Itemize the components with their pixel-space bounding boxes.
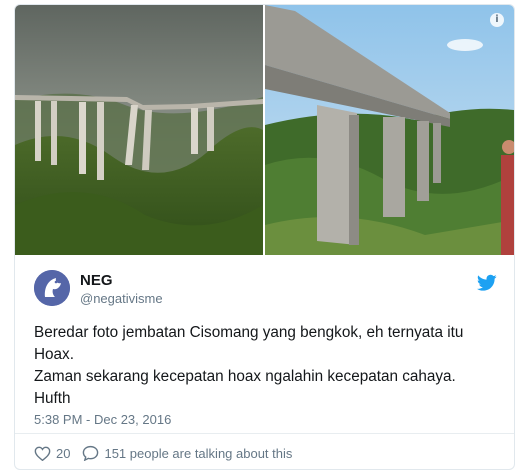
photo-bent-bridge[interactable]: [15, 5, 263, 255]
divider: [15, 433, 514, 434]
tweet-text-line: Beredar foto jembatan Cisomang yang beng…: [34, 324, 464, 341]
conversation-label: 151 people are talking about this: [104, 445, 293, 461]
tweet-text-line: Hufth: [34, 390, 71, 407]
bent-bridge-image: [15, 5, 263, 255]
avatar[interactable]: [34, 270, 70, 306]
tweet-text-line: Zaman sekarang kecepatan hoax ngalahin k…: [34, 368, 456, 385]
author-handle[interactable]: @negativisme: [80, 291, 163, 306]
like-button[interactable]: 20: [34, 446, 70, 461]
speech-bubble-icon: [83, 445, 99, 461]
tweet-timestamp[interactable]: 5:38 PM - Dec 23, 2016: [34, 412, 171, 427]
like-count: 20: [56, 445, 71, 461]
straight-bridge-image: [265, 5, 514, 255]
tweet-embed-card[interactable]: i NEG @negativisme Beredar foto jembatan…: [14, 4, 515, 470]
tweet-media[interactable]: i: [15, 5, 514, 255]
tweet-actions: 20 151 people are talking about this: [34, 441, 292, 465]
twitter-bird-icon[interactable]: [477, 274, 497, 292]
conversation-link[interactable]: 151 people are talking about this: [82, 445, 292, 461]
heart-icon: [34, 446, 51, 461]
photo-straight-bridge[interactable]: i: [265, 5, 514, 255]
avatar-logo: [34, 270, 70, 306]
author-name[interactable]: NEG: [80, 272, 113, 289]
tweet-text: Beredar foto jembatan Cisomang yang beng…: [34, 322, 499, 410]
info-icon[interactable]: i: [490, 13, 504, 27]
tweet-text-line: Hoax.: [34, 346, 74, 363]
tweet-author[interactable]: NEG @negativisme: [34, 270, 499, 310]
